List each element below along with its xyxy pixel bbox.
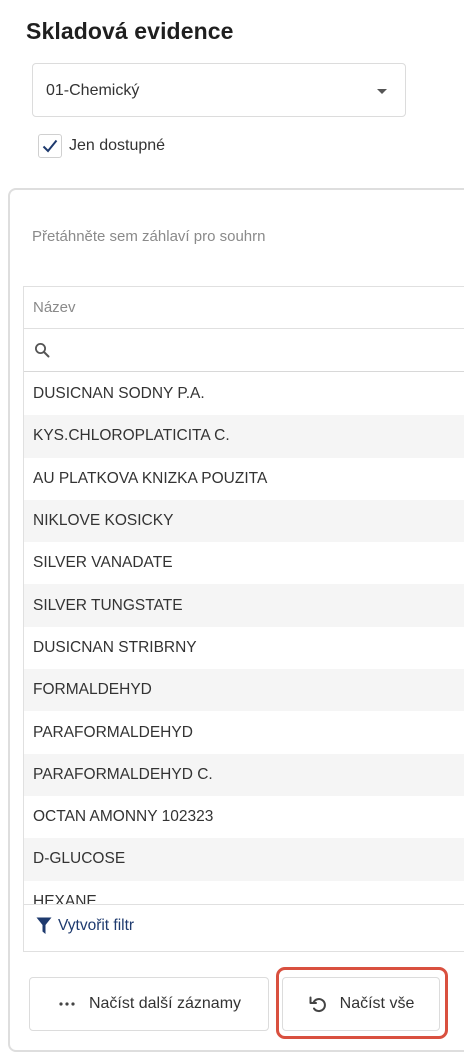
page-title: Skladová evidence (26, 18, 234, 44)
available-only-checkbox[interactable] (38, 134, 62, 158)
grid-footer: Vytvořit filtr (24, 904, 464, 951)
create-filter-button[interactable]: Vytvořit filtr (36, 917, 134, 935)
table-row[interactable]: DUSICNAN SODNY P.A. (24, 373, 464, 415)
table-row[interactable]: PARAFORMALDEHYD C. (24, 753, 464, 796)
available-only-option[interactable]: Jen dostupné (38, 133, 165, 159)
load-all-label: Načíst vše (339, 995, 415, 1012)
column-header-label: Název (33, 299, 76, 316)
table-row[interactable]: SILVER VANADATE (24, 542, 464, 584)
table-row[interactable]: HEXANE (24, 881, 464, 905)
column-header-nazev[interactable]: Název (24, 287, 464, 329)
available-only-label: Jen dostupné (69, 137, 166, 154)
table-row[interactable]: DUSICNAN STRIBRNY (24, 627, 464, 669)
checkmark-icon (42, 139, 58, 153)
table-row[interactable]: AU PLATKOVA KNIZKA POUZITA (24, 458, 464, 500)
table-row[interactable]: PARAFORMALDEHYD (24, 711, 464, 753)
search-filter-row[interactable] (24, 329, 464, 372)
group-panel-hint[interactable]: Přetáhněte sem záhlaví pro souhrn (32, 228, 265, 245)
grid-rows: DUSICNAN SODNY P.A. KYS.CHLOROPLATICITA C… (24, 373, 464, 905)
load-more-label: Načíst další záznamy (88, 995, 242, 1012)
ellipsis-icon (57, 1001, 77, 1007)
warehouse-select[interactable]: 01-Chemický (32, 63, 406, 117)
table-row[interactable]: FORMALDEHYD (24, 669, 464, 712)
table-row[interactable]: KYS.CHLOROPLATICITA C. (24, 415, 464, 458)
warehouse-select-value: 01-Chemický (46, 82, 140, 99)
table-row[interactable]: SILVER TUNGSTATE (24, 584, 464, 627)
load-more-button[interactable]: Načíst další záznamy (29, 977, 269, 1031)
table-row[interactable]: OCTAN AMONNY 102323 (24, 796, 464, 838)
search-icon (35, 343, 50, 358)
inventory-grid: Název DUSICNAN SODNY P.A. KYS.CHLOROPLATI… (23, 286, 464, 952)
table-row[interactable]: D-GLUCOSE (24, 838, 464, 881)
undo-icon (308, 994, 328, 1014)
load-all-button[interactable]: Načíst vše (282, 977, 440, 1031)
funnel-icon (36, 917, 52, 934)
table-row[interactable]: NIKLOVE KOSICKY (24, 499, 464, 543)
create-filter-label: Vytvořit filtr (58, 917, 135, 934)
chevron-down-icon (377, 89, 387, 94)
